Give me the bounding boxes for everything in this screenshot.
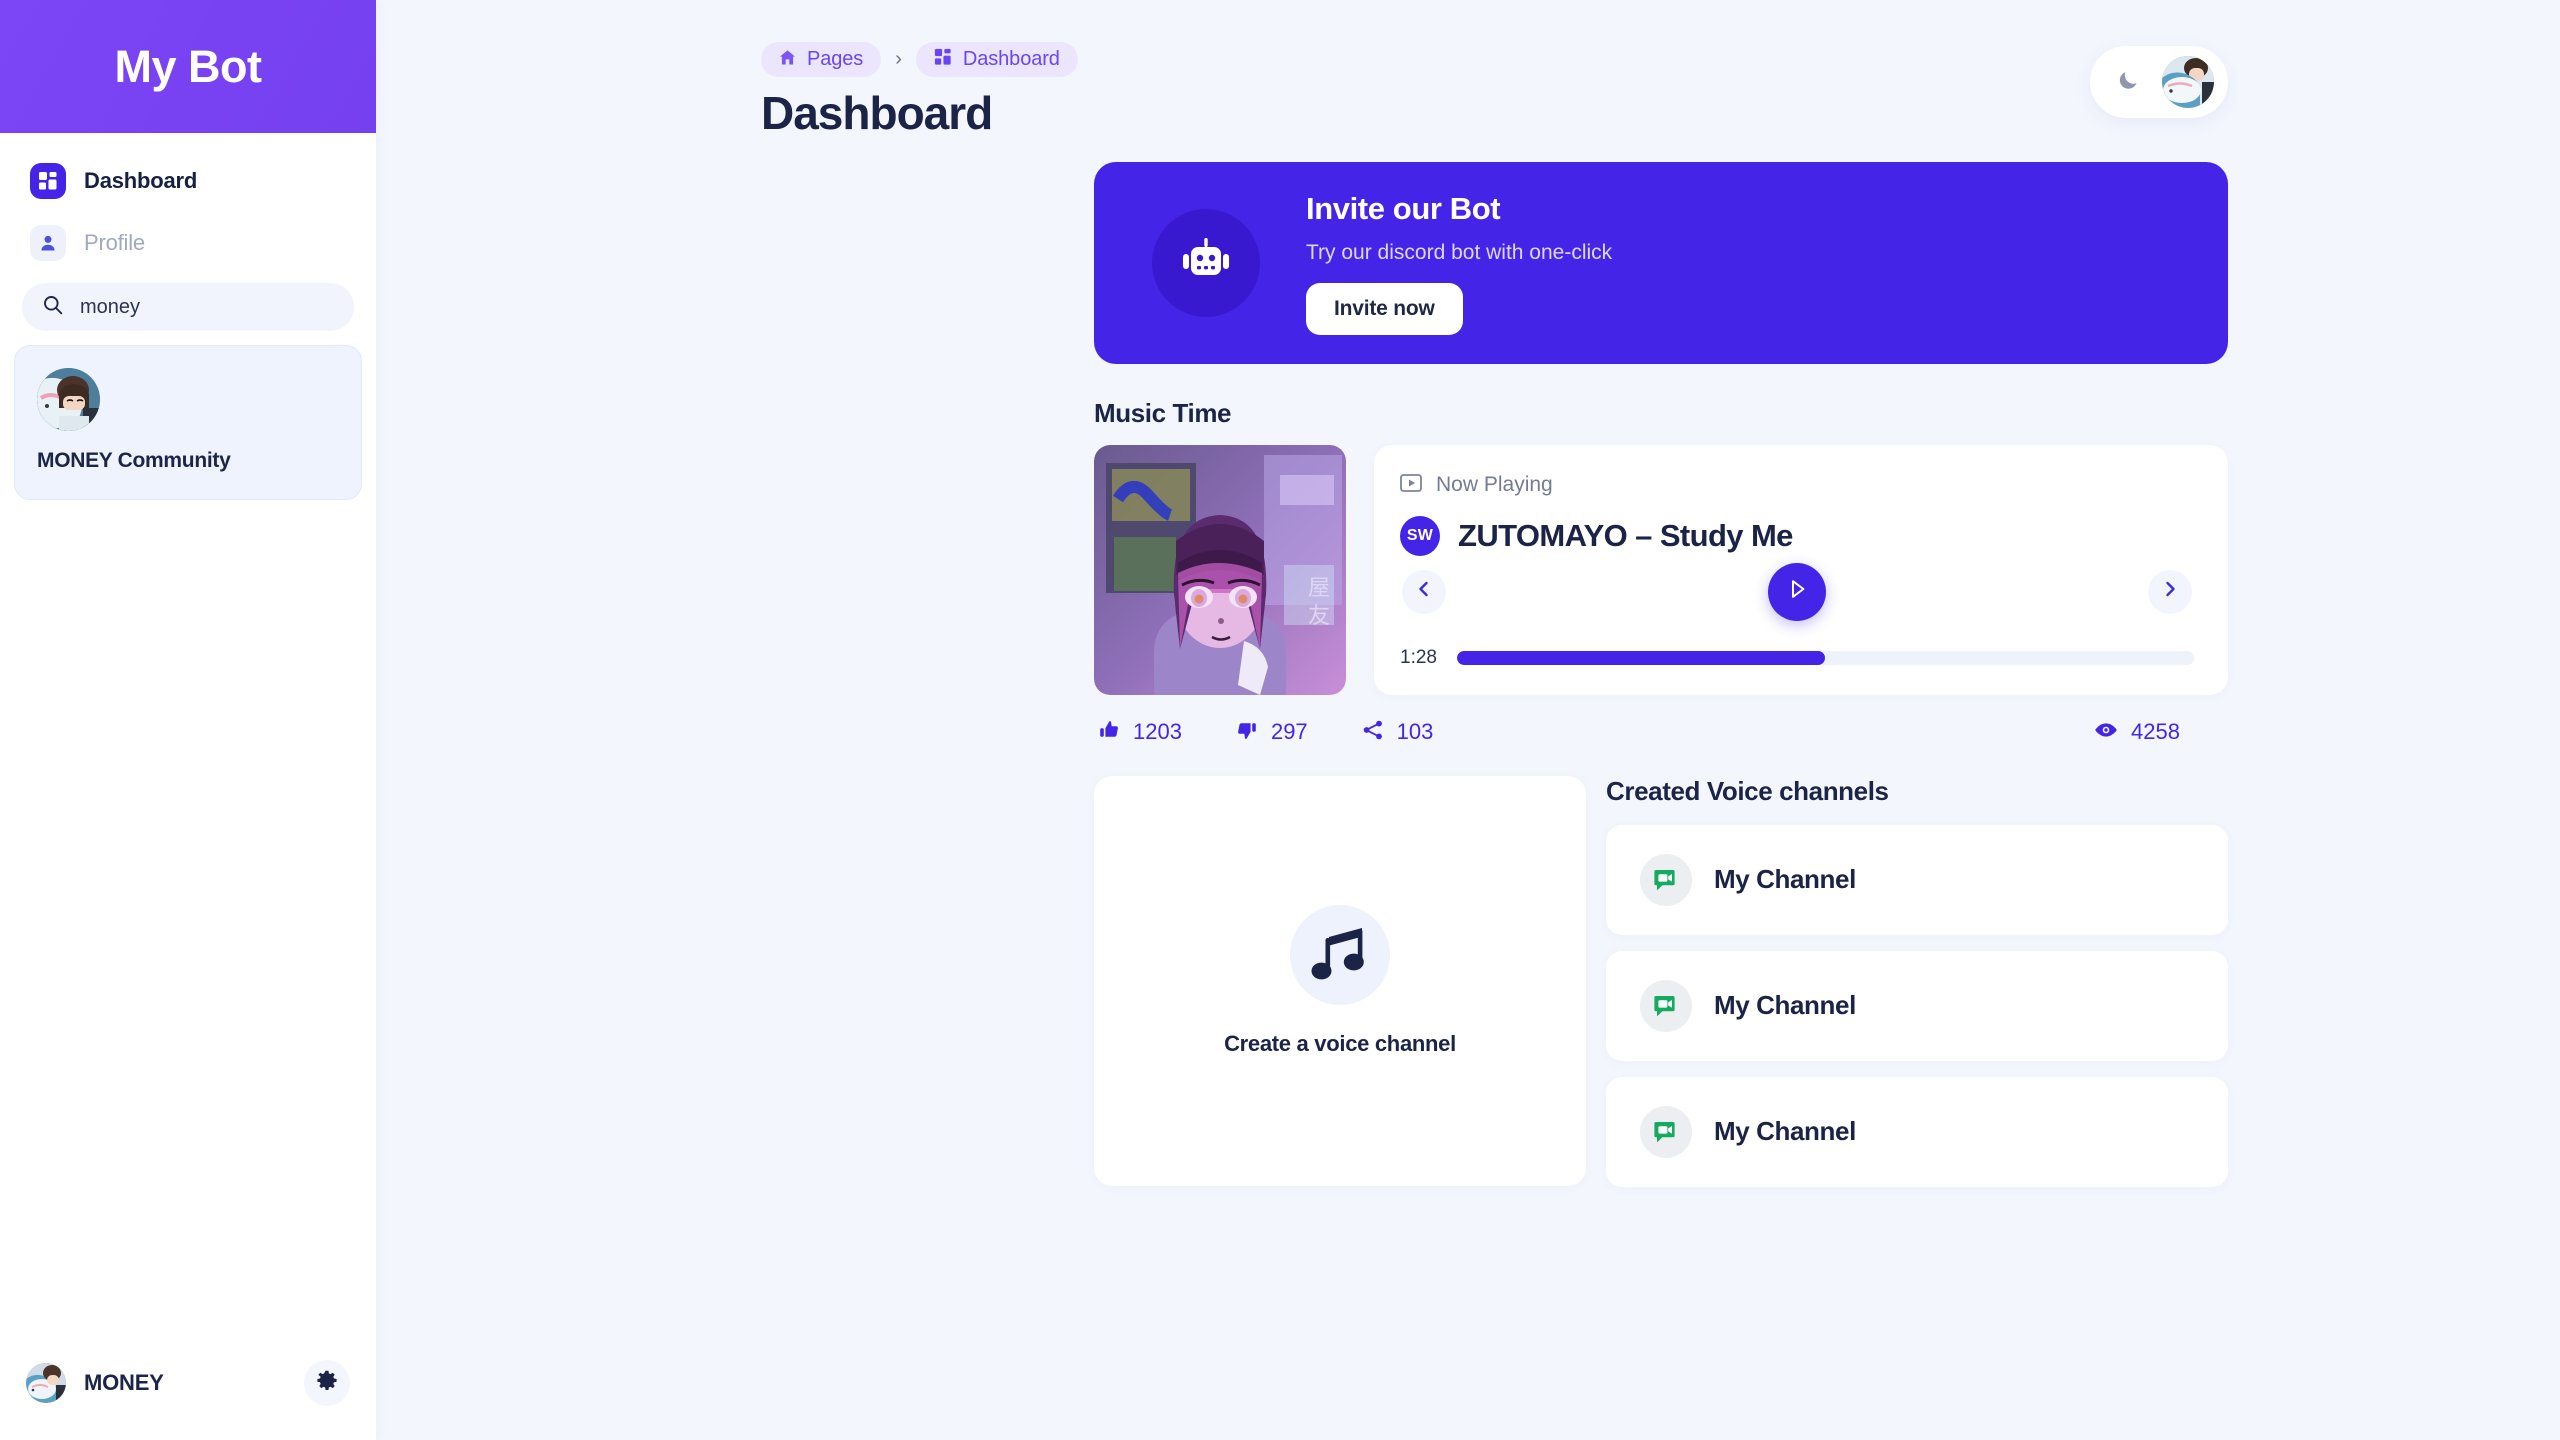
chevron-right-icon [2160, 579, 2180, 604]
breadcrumb-item-dashboard-label: Dashboard [962, 48, 1060, 70]
brand-title: My Bot [114, 40, 263, 92]
settings-button[interactable] [304, 1360, 350, 1406]
user-avatar[interactable] [2162, 56, 2214, 108]
grid-icon [30, 163, 66, 199]
thumbs-down-icon [1236, 719, 1258, 746]
track-stats-row: 1203 297 103 4258 [1094, 719, 2228, 746]
share-icon [1362, 719, 1384, 746]
page-title: Dashboard [761, 87, 993, 139]
progress-bar[interactable] [1456, 650, 2194, 665]
user-icon [30, 225, 66, 261]
search-icon [42, 294, 64, 321]
source-badge: SW [1400, 515, 1440, 556]
robot-icon [1152, 208, 1260, 317]
shares-value: 103 [1396, 719, 1434, 745]
voice-channel-name: My Channel [1714, 1116, 1856, 1147]
voice-channels-heading: Created Voice channels [1606, 775, 1889, 806]
current-time-label: 1:28 [1400, 646, 1437, 668]
create-voice-channel-card[interactable]: Create a voice channel [1094, 775, 1586, 1186]
search-input[interactable] [80, 295, 334, 319]
sidebar-item-profile-label: Profile [84, 230, 145, 255]
voice-channel-card[interactable]: My Channel [1606, 824, 2228, 935]
page-headings: Pages › Dashboard Dashboard [761, 42, 1078, 140]
invite-now-button[interactable]: Invite now [1306, 282, 1463, 335]
music-player-row: 屋 友 Now Playing SW ZUTOMAYO – Study Me 1… [1094, 444, 2228, 695]
music-section-title: Music Time [1094, 397, 1232, 428]
next-track-button[interactable] [2148, 569, 2192, 614]
sidebar-search-wrap [0, 279, 376, 331]
play-button[interactable] [1768, 562, 1826, 621]
sidebar-footer: MONEY [0, 1360, 376, 1440]
voice-channel-name: My Channel [1714, 990, 1856, 1021]
search-box[interactable] [22, 283, 354, 331]
moon-icon [2116, 68, 2140, 97]
breadcrumb-item-pages[interactable]: Pages [761, 42, 882, 77]
app-root: My Bot Dashboard Profile money MONEY Com… [0, 0, 2560, 1440]
voice-channels-row: Create a voice channel Created Voice cha… [1094, 775, 2228, 1203]
guild-card-money-community[interactable]: MONEY Community [14, 345, 362, 500]
svg-text:屋: 屋 [1308, 576, 1330, 601]
main-area: Pages › Dashboard Dashboard Invite our B… [376, 0, 2560, 1440]
now-playing-label: Now Playing [1436, 473, 1553, 497]
avatar[interactable] [26, 1363, 66, 1403]
sidebar-item-dashboard-label: Dashboard [84, 168, 198, 193]
guild-avatar [37, 368, 100, 431]
invite-title: Invite our Bot [1306, 190, 1501, 226]
theme-toggle-button[interactable] [2116, 68, 2140, 97]
guild-name: MONEY Community [37, 449, 231, 472]
play-icon [1784, 576, 1810, 607]
thumbs-up-icon [1098, 719, 1120, 746]
sidebar: My Bot Dashboard Profile money MONEY Com… [0, 0, 376, 1440]
sidebar-nav: Dashboard Profile [0, 133, 376, 279]
breadcrumb-item-pages-label: Pages [807, 48, 864, 70]
svg-text:友: 友 [1308, 604, 1330, 629]
music-note-icon [1290, 904, 1390, 1005]
track-row: SW ZUTOMAYO – Study Me [1400, 515, 2194, 556]
breadcrumb-separator: › [895, 48, 902, 70]
invite-subtitle: Try our discord bot with one-click [1306, 240, 1613, 264]
player-controls [1400, 562, 2194, 621]
sidebar-item-dashboard[interactable]: Dashboard [22, 155, 354, 207]
voice-channels-column: Created Voice channels My Channel My Cha… [1606, 776, 2228, 1203]
album-art: 屋 友 [1094, 444, 1346, 695]
footer-username: MONEY [84, 1370, 164, 1395]
previous-track-button[interactable] [1402, 569, 1446, 614]
breadcrumb-item-dashboard[interactable]: Dashboard [915, 42, 1078, 77]
breadcrumb: Pages › Dashboard [761, 42, 1078, 77]
progress-row: 1:28 [1400, 647, 2194, 669]
invite-texts: Invite our Bot Try our discord bot with … [1306, 191, 1612, 335]
player-card: Now Playing SW ZUTOMAYO – Study Me 1:28 [1374, 444, 2228, 695]
guild-results-list: MONEY Community [0, 331, 376, 500]
voice-channel-name: My Channel [1714, 864, 1856, 895]
progress-bar-fill [1456, 650, 1826, 665]
video-chat-icon [1640, 853, 1692, 906]
voice-channel-card[interactable]: My Channel [1606, 1076, 2228, 1187]
dislikes-stat[interactable]: 297 [1236, 719, 1308, 746]
invite-banner: Invite our Bot Try our discord bot with … [1094, 161, 2228, 364]
video-chat-icon [1640, 1105, 1692, 1158]
dashboard-content: Invite our Bot Try our discord bot with … [376, 161, 2560, 1203]
voice-channel-card[interactable]: My Channel [1606, 950, 2228, 1061]
track-title: ZUTOMAYO – Study Me [1458, 517, 1793, 553]
eye-icon [2094, 719, 2118, 746]
shares-stat[interactable]: 103 [1362, 719, 1434, 746]
create-voice-channel-label: Create a voice channel [1224, 1030, 1456, 1056]
views-value: 4258 [2131, 719, 2180, 745]
play-box-icon [1400, 473, 1422, 498]
grid-icon [934, 48, 952, 71]
likes-stat[interactable]: 1203 [1098, 719, 1182, 746]
gear-icon [315, 1369, 339, 1398]
chevron-left-icon [1414, 579, 1434, 604]
now-playing-row: Now Playing [1400, 473, 2194, 498]
topbar-actions [2090, 46, 2228, 118]
video-chat-icon [1640, 979, 1692, 1032]
topbar: Pages › Dashboard Dashboard [376, 0, 2560, 140]
dislikes-value: 297 [1270, 719, 1308, 745]
brand-header: My Bot [0, 0, 376, 133]
sidebar-item-profile[interactable]: Profile [22, 217, 354, 269]
home-icon [779, 49, 796, 71]
likes-value: 1203 [1133, 719, 1182, 745]
views-stat: 4258 [2094, 719, 2180, 746]
